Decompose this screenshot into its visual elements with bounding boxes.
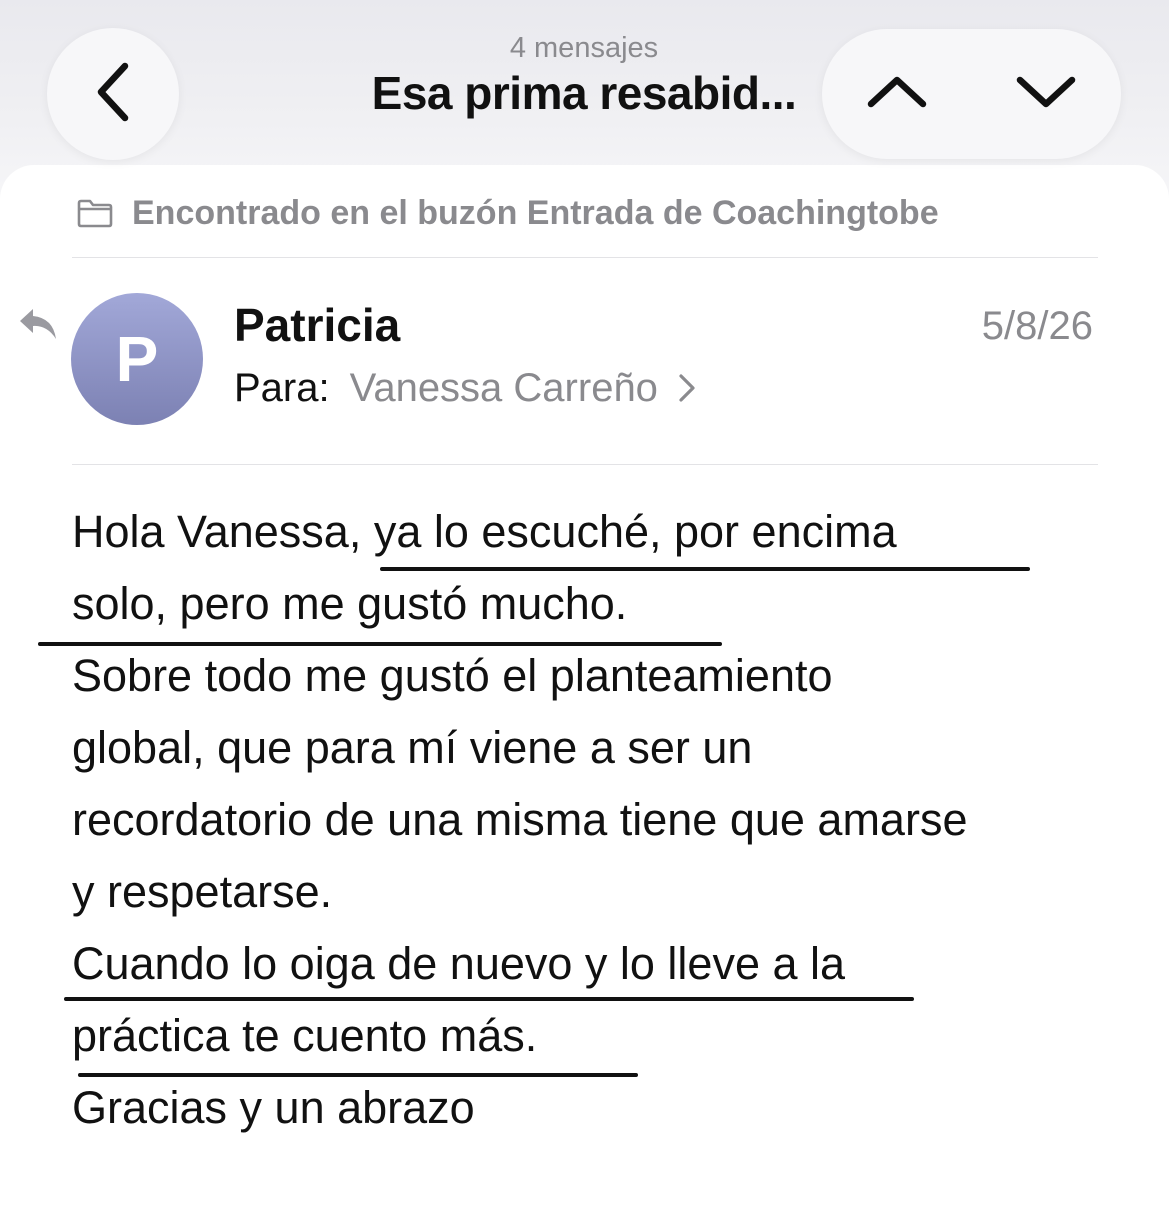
recipient-label: Para: [234,365,330,410]
chevron-down-icon [1014,72,1078,117]
recipient-row[interactable]: Para: Vanessa Carreño [234,364,696,412]
back-button[interactable] [47,28,179,160]
body-line: y respetarse. [72,866,333,917]
message-count: 4 mensajes [509,32,659,64]
avatar[interactable]: P [71,293,203,425]
sender-name[interactable]: Patricia [234,298,400,352]
hand-drawn-underline [38,642,722,646]
body-line: práctica te cuento más. [72,1010,538,1061]
chevron-left-icon [93,60,133,129]
body-line: Cuando lo oiga de nuevo y lo lleve a la [72,938,846,989]
body-line: global, que para mí viene a ser un [72,722,753,773]
thread-subject: Esa prima resabid... [371,67,797,119]
divider [72,257,1098,258]
folder-icon [76,198,114,228]
mailbox-location: Encontrado en el buzón Entrada de Coachi… [76,191,939,235]
body-line: recordatorio de una misma tiene que amar… [72,794,968,845]
body-line: solo, pero me gustó mucho. [72,578,628,629]
chevron-up-icon [865,72,929,117]
body-line: Hola Vanessa, ya lo escuché, por encima [72,506,897,557]
mailbox-location-text: Encontrado en el buzón Entrada de Coachi… [132,193,939,232]
divider [72,464,1098,465]
hand-drawn-underline [380,567,1030,571]
previous-message-button[interactable] [822,29,972,159]
chevron-right-icon [678,373,696,403]
next-message-button[interactable] [971,29,1121,159]
message-date: 5/8/26 [981,304,1093,348]
hand-drawn-underline [64,997,914,1001]
recipient-name[interactable]: Vanessa Carreño [350,366,658,411]
body-line: Gracias y un abrazo [72,1082,475,1133]
reply-icon [17,306,59,347]
message-navigation [822,29,1121,159]
body-line: Sobre todo me gustó el planteamiento [72,650,833,701]
hand-drawn-underline [78,1073,638,1077]
